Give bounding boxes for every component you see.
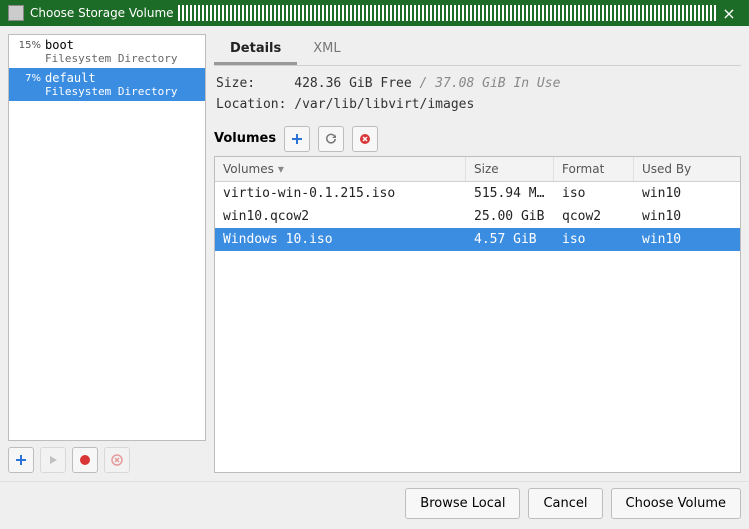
- size-free: 428.36 GiB Free: [294, 76, 411, 91]
- pool-item[interactable]: 15% bootFilesystem Directory: [9, 35, 205, 68]
- pool-sidebar: 15%bootFilesystem Directory7%defaultFile…: [8, 34, 206, 473]
- vol-name: virtio-win-0.1.215.iso: [215, 182, 466, 205]
- volumes-table: Volumes ▾ Size Format Used By virtio-win…: [214, 156, 741, 473]
- titlebar: Choose Storage Volume ×: [0, 0, 749, 26]
- volumes-header: Volumes ▾ Size Format Used By: [215, 157, 740, 182]
- window-title: Choose Storage Volume: [30, 6, 174, 20]
- pool-list[interactable]: 15%bootFilesystem Directory7%defaultFile…: [8, 34, 206, 441]
- sort-desc-icon: ▾: [278, 162, 284, 176]
- refresh-volumes-button[interactable]: [318, 126, 344, 152]
- pool-toolbar: [8, 441, 206, 473]
- vol-used-by: win10: [634, 228, 740, 251]
- pool-percent: 7%: [13, 71, 41, 84]
- pool-percent: 15%: [13, 38, 41, 51]
- vol-name: win10.qcow2: [215, 205, 466, 228]
- vol-size: 25.00 GiB: [466, 205, 554, 228]
- col-volumes[interactable]: Volumes ▾: [215, 157, 466, 181]
- vol-used-by: win10: [634, 205, 740, 228]
- add-volume-button[interactable]: [284, 126, 310, 152]
- delete-volume-button[interactable]: [352, 126, 378, 152]
- vol-format: iso: [554, 182, 634, 205]
- close-icon[interactable]: ×: [717, 4, 741, 23]
- main-panel: Details XML Size: 428.36 GiB Free / 37.0…: [214, 34, 741, 473]
- pool-type: Filesystem Directory: [45, 85, 177, 98]
- col-size[interactable]: Size: [466, 157, 554, 181]
- table-row[interactable]: Windows 10.iso4.57 GiBisowin10: [215, 228, 740, 251]
- cancel-button[interactable]: Cancel: [528, 488, 602, 519]
- pool-type: Filesystem Directory: [45, 52, 177, 65]
- vol-size: 515.94 MiB: [466, 182, 554, 205]
- vol-format: qcow2: [554, 205, 634, 228]
- volumes-toolbar: Volumes: [214, 126, 741, 152]
- add-pool-button[interactable]: [8, 447, 34, 473]
- size-used: 37.08 GiB In Use: [435, 76, 560, 91]
- table-row[interactable]: win10.qcow225.00 GiBqcow2win10: [215, 205, 740, 228]
- volumes-label: Volumes: [214, 131, 276, 146]
- delete-pool-button[interactable]: [104, 447, 130, 473]
- tab-xml[interactable]: XML: [297, 34, 356, 65]
- col-used-by[interactable]: Used By: [634, 157, 740, 181]
- pool-info: Size: 428.36 GiB Free / 37.08 GiB In Use…: [214, 72, 741, 124]
- col-volumes-label: Volumes: [223, 162, 274, 176]
- location-value: /var/lib/libvirt/images: [294, 97, 474, 112]
- stop-pool-button[interactable]: [72, 447, 98, 473]
- vol-format: iso: [554, 228, 634, 251]
- start-pool-button[interactable]: [40, 447, 66, 473]
- tabs: Details XML: [214, 34, 741, 66]
- vol-name: Windows 10.iso: [215, 228, 466, 251]
- size-label: Size:: [216, 76, 255, 91]
- col-format[interactable]: Format: [554, 157, 634, 181]
- app-icon: [8, 5, 24, 21]
- titlebar-decoration: [178, 5, 717, 21]
- vol-used-by: win10: [634, 182, 740, 205]
- tab-details[interactable]: Details: [214, 34, 297, 65]
- pool-name: default: [45, 71, 177, 85]
- vol-size: 4.57 GiB: [466, 228, 554, 251]
- location-label: Location:: [216, 97, 286, 112]
- pool-name: boot: [45, 38, 177, 52]
- table-row[interactable]: virtio-win-0.1.215.iso515.94 MiBisowin10: [215, 182, 740, 205]
- size-separator: /: [420, 76, 436, 91]
- browse-local-button[interactable]: Browse Local: [405, 488, 520, 519]
- choose-volume-button[interactable]: Choose Volume: [611, 488, 741, 519]
- dialog-footer: Browse Local Cancel Choose Volume: [0, 481, 749, 529]
- pool-item[interactable]: 7% defaultFilesystem Directory: [9, 68, 205, 101]
